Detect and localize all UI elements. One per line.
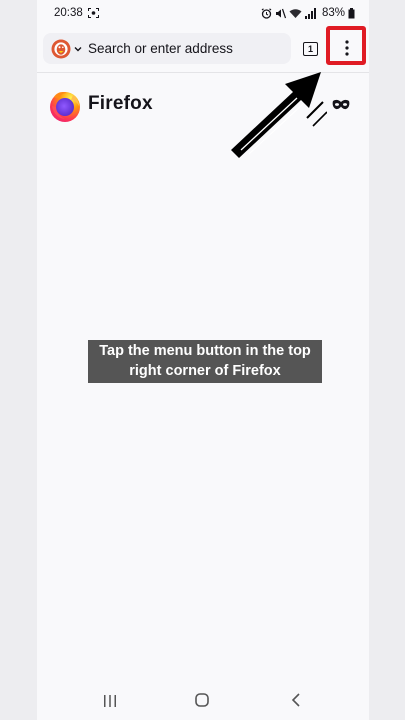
back-icon[interactable] xyxy=(291,693,301,707)
phone-screen: 20:38 83% Search or enter address 1 Fire… xyxy=(37,0,369,720)
wifi-icon xyxy=(289,8,302,18)
menu-icon xyxy=(345,40,349,56)
status-icons: 83% xyxy=(261,7,355,19)
alarm-icon xyxy=(261,7,272,19)
address-placeholder: Search or enter address xyxy=(88,41,233,56)
signal-icon xyxy=(304,7,316,19)
tabs-icon: 1 xyxy=(303,42,318,56)
tab-count: 1 xyxy=(307,44,313,54)
navigation-bar xyxy=(37,684,369,720)
recents-icon[interactable] xyxy=(103,694,117,708)
address-bar[interactable]: Search or enter address xyxy=(43,33,291,64)
private-mask-icon[interactable] xyxy=(332,99,350,110)
mute-icon xyxy=(275,8,286,18)
tabs-button[interactable]: 1 xyxy=(295,36,325,62)
home-icon[interactable] xyxy=(195,693,209,707)
status-time: 20:38 xyxy=(54,7,83,19)
status-bar: 20:38 83% xyxy=(37,0,369,28)
battery-percent: 83% xyxy=(321,7,345,19)
search-engine-selector[interactable] xyxy=(51,39,87,59)
screenshot-icon xyxy=(88,8,99,18)
instruction-caption: Tap the menu button in the top right cor… xyxy=(88,340,322,383)
battery-icon xyxy=(348,7,355,18)
arrow-icon xyxy=(231,72,327,158)
menu-button[interactable] xyxy=(329,28,365,66)
duckduckgo-icon xyxy=(51,39,71,59)
firefox-logo xyxy=(50,92,80,122)
brand-name: Firefox xyxy=(88,93,153,114)
chevron-down-icon xyxy=(74,47,82,52)
